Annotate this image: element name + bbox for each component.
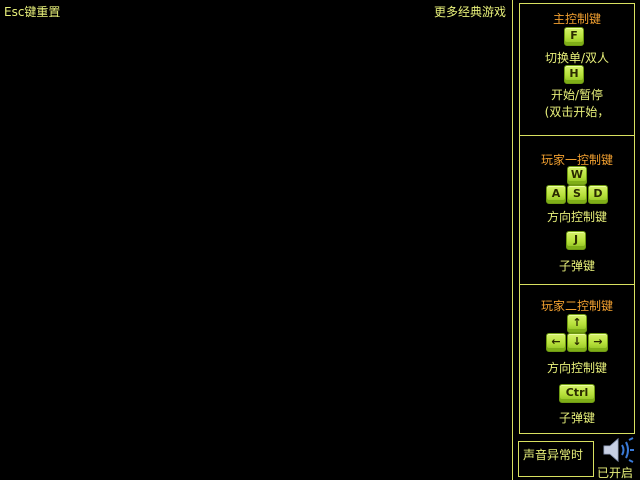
game-canvas[interactable] xyxy=(0,20,511,480)
key-j: J xyxy=(566,231,586,250)
speaker-icon[interactable] xyxy=(601,437,635,463)
key-arrow-left: ← xyxy=(546,333,566,352)
toggle-mode-label: 切换单/双人 xyxy=(544,51,610,65)
reset-link[interactable]: Esc键重置 xyxy=(4,3,60,20)
key-d: D xyxy=(588,185,608,204)
key-arrow-up: ↑ xyxy=(567,314,587,333)
main-controls-panel: 主控制键 F 切换单/双人 H 开始/暂停 (双击开始， xyxy=(519,3,635,136)
player2-controls-panel: 玩家二控制键 ↑ ← ↓ → 方向控制键 Ctrl 子弹键 xyxy=(519,284,635,434)
player2-direction-label: 方向控制键 xyxy=(546,361,607,375)
sidebar-divider xyxy=(512,0,513,480)
key-s: S xyxy=(567,185,587,204)
player1-controls-panel: 玩家一控制键 W A S D 方向控制键 J 子弹键 xyxy=(519,135,635,285)
sound-state-label: 已开启 xyxy=(597,466,634,480)
start-pause-label: 开始/暂停 xyxy=(550,88,604,102)
key-f: F xyxy=(564,27,584,46)
player1-direction-label: 方向控制键 xyxy=(546,210,607,224)
key-ctrl: Ctrl xyxy=(559,384,595,403)
more-games-link[interactable]: 更多经典游戏 xyxy=(434,3,506,20)
main-controls-title: 主控制键 xyxy=(552,12,601,26)
sound-abnormal-label: 声音异常时 xyxy=(523,448,584,462)
key-arrow-down: ↓ xyxy=(567,333,587,352)
key-a: A xyxy=(546,185,566,204)
key-arrow-right: → xyxy=(588,333,608,352)
sound-abnormal-button[interactable]: 声音异常时 xyxy=(518,441,594,477)
player1-fire-label: 子弹键 xyxy=(558,259,595,273)
player2-title: 玩家二控制键 xyxy=(540,299,613,313)
key-h: H xyxy=(564,65,584,84)
player2-fire-label: 子弹键 xyxy=(558,411,595,425)
start-hint-label: (双击开始， xyxy=(544,105,610,119)
key-w: W xyxy=(567,166,587,185)
